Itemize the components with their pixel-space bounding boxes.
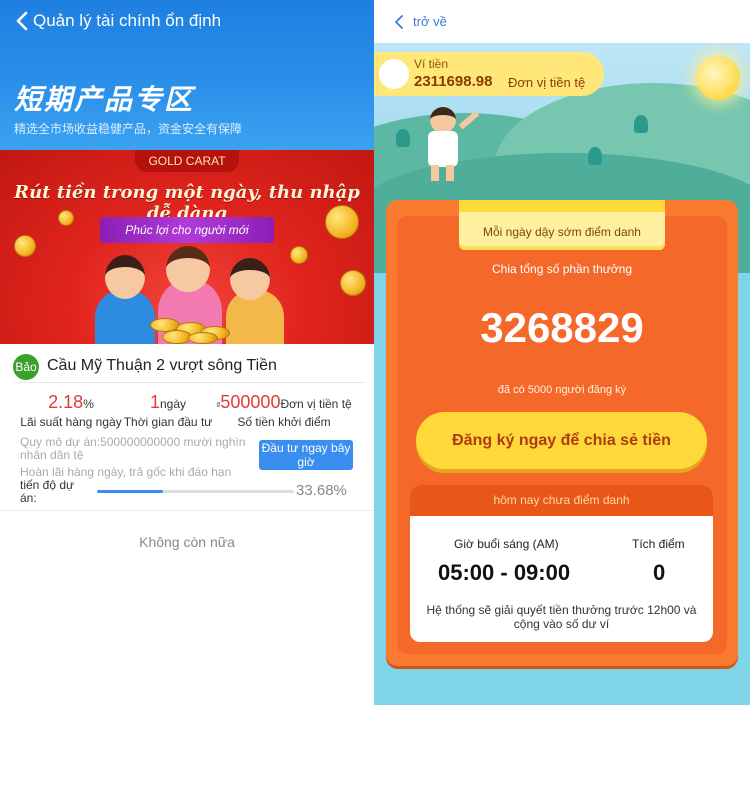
repayment-text: Hoàn lãi hàng ngày, trả gốc khi đáo hạn <box>20 465 232 479</box>
person-illustration <box>230 258 270 300</box>
checkin-status: hôm nay chưa điểm danh <box>410 485 713 516</box>
rate-label: Lãi suất hàng ngày <box>20 415 122 429</box>
minimum-stat: ₫500000Đơn vị tiền tệ Số tiền khởi điểm <box>212 392 356 429</box>
period-value: 1 <box>149 392 160 412</box>
progress-bar <box>97 490 294 493</box>
points-value: 0 <box>653 560 666 585</box>
morning-value: 05:00 - 09:00 <box>438 560 571 585</box>
invest-now-button[interactable]: Đầu tư ngay bây giờ <box>259 440 353 470</box>
rate-stat: 2.18% Lãi suất hàng ngày <box>20 392 122 429</box>
tab-edge <box>459 200 665 212</box>
back-arrow-icon[interactable] <box>14 10 30 32</box>
project-name[interactable]: Cầu Mỹ Thuận 2 vượt sông Tiền <box>47 357 277 375</box>
tree-icon <box>396 129 410 147</box>
wallet-amount: 2311698.98 <box>414 73 493 90</box>
minimum-unit: Đơn vị tiền tệ <box>280 397 352 411</box>
rate-unit: % <box>83 397 94 411</box>
wallet-unit: Đơn vị tiền tệ <box>508 75 586 90</box>
tree-icon <box>634 115 648 133</box>
end-of-list-text: Không còn nữa <box>139 534 235 550</box>
product-header: Quản lý tài chính ổn định 短期产品专区 精选全市场收益… <box>0 0 374 150</box>
project-card[interactable]: Bảo Cầu Mỹ Thuận 2 vượt sông Tiền 2.18% … <box>0 344 374 514</box>
period-label: Thời gian đầu tư <box>123 415 213 429</box>
sun-icon <box>696 56 740 100</box>
progress-fill <box>97 490 164 493</box>
register-share-button[interactable]: Đăng ký ngay để chia sẻ tiền <box>416 412 707 469</box>
right-panel: trở về Ví tiền 2311698.98 Đơn vị tiền tệ <box>374 0 750 705</box>
total-reward: 3268829 <box>480 304 644 351</box>
zone-subtitle: 精选全市场收益稳健产品，资金安全有保障 <box>14 122 243 136</box>
minimum-value: 500000 <box>220 392 281 412</box>
tree-icon <box>588 147 602 165</box>
left-panel: Quản lý tài chính ổn định 短期产品专区 精选全市场收益… <box>0 0 374 808</box>
settlement-note: Hệ thống sẽ giải quyết tiền thưởng trước… <box>426 603 697 631</box>
rate-value: 2.18 <box>48 392 84 412</box>
coin-icon <box>325 205 359 239</box>
progress-value: 33.68% <box>296 482 347 499</box>
coin-icon <box>58 210 74 226</box>
exercising-person-illustration <box>431 165 439 181</box>
divider <box>0 510 374 511</box>
minimum-label: Số tiền khởi điểm <box>237 415 331 429</box>
points-label: Tích điểm <box>632 537 685 551</box>
morning-label: Giờ buổi sáng (AM) <box>454 537 559 551</box>
person-illustration <box>166 246 210 292</box>
registered-count: đã có 5000 người đăng ký <box>497 384 627 396</box>
wallet-pill[interactable]: Ví tiền 2311698.98 Đơn vị tiền tệ <box>374 52 604 96</box>
project-badge: Bảo <box>13 354 39 380</box>
divider <box>14 382 366 383</box>
gold-carat-tag: GOLD CARAT <box>135 150 239 172</box>
coin-icon <box>188 332 218 344</box>
top-bar: trở về <box>374 0 750 43</box>
progress-label: tiến độ dự án: <box>20 478 75 505</box>
coin-icon <box>290 246 308 264</box>
page-title: Quản lý tài chính ổn định <box>33 11 222 30</box>
period-stat: 1ngày Thời gian đầu tư <box>122 392 214 429</box>
person-illustration <box>105 255 145 299</box>
period-unit: ngày <box>159 397 187 411</box>
exercising-person-illustration <box>428 131 458 167</box>
checkin-panel: hôm nay chưa điểm danh Giờ buổi sáng (AM… <box>410 485 713 642</box>
daily-checkin-label: Mỗi ngày dậy sớm điểm danh <box>483 225 641 239</box>
daily-checkin-tab: Mỗi ngày dậy sớm điểm danh <box>459 200 665 250</box>
newcomer-ribbon: Phúc lợi cho người mới <box>100 217 274 243</box>
promo-banner[interactable]: GOLD CARAT Rút tiền trong một ngày, thu … <box>0 150 374 344</box>
wallet-label: Ví tiền <box>414 57 449 71</box>
zone-title: 短期产品专区 <box>14 83 195 116</box>
share-total-label: Chia tổng số phần thưởng <box>492 262 632 276</box>
exercising-person-illustration <box>446 165 454 181</box>
coin-icon <box>340 270 366 296</box>
coin-icon <box>14 235 36 257</box>
back-link[interactable]: trở về <box>413 14 447 29</box>
avatar <box>379 59 409 89</box>
back-arrow-icon[interactable] <box>394 14 404 30</box>
exercising-person-illustration <box>430 107 456 133</box>
project-scale: Quy mô dự án:500000000000 mười nghìn nhâ… <box>20 435 246 462</box>
